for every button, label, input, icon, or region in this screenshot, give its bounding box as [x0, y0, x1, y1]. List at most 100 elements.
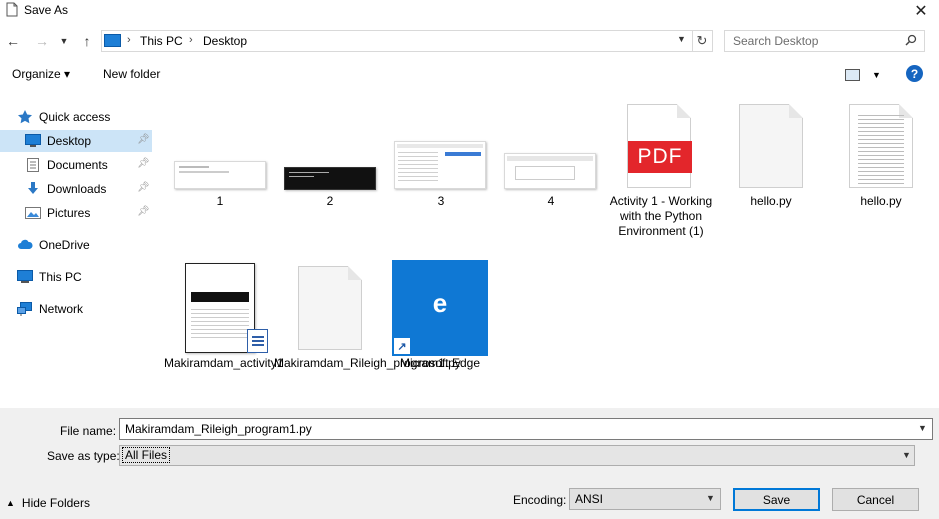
breadcrumb-separator-icon: ›: [127, 34, 131, 46]
file-name: Microsoft Edge: [399, 356, 481, 370]
file-name-value: Makiramdam_Rileigh_program1.py: [125, 422, 312, 436]
file-name: hello.py: [860, 194, 902, 208]
forward-button[interactable]: →: [32, 31, 52, 51]
pdf-badge: PDF: [628, 141, 692, 173]
file-name-label: File name:: [60, 424, 117, 438]
cancel-button[interactable]: Cancel: [832, 488, 919, 511]
writer-document-icon: [247, 329, 268, 353]
py-file-icon: [739, 104, 803, 188]
back-button[interactable]: ←: [3, 31, 23, 51]
arrow-left-icon: ←: [6, 33, 20, 49]
sidebar-item-onedrive[interactable]: OneDrive: [0, 234, 152, 256]
image-thumbnail: [284, 167, 376, 190]
shortcut-arrow-icon: ↗: [394, 338, 410, 354]
file-name: 2: [326, 194, 334, 208]
downloads-icon: [25, 182, 41, 196]
edge-icon: e ↗: [392, 260, 488, 356]
save-as-type-select[interactable]: All Files ▼: [119, 445, 915, 466]
sidebar-item-documents[interactable]: Documents 📌︎: [0, 154, 152, 176]
search-icon: [905, 34, 917, 49]
star-icon: [17, 110, 33, 124]
sidebar-item-label: Network: [39, 302, 84, 316]
sidebar-item-label: Pictures: [47, 206, 91, 220]
sidebar-item-pictures[interactable]: Pictures 📌︎: [0, 202, 152, 224]
encoding-value: ANSI: [575, 492, 604, 506]
sidebar-item-network[interactable]: Network: [0, 298, 152, 320]
help-icon: ?: [910, 66, 919, 81]
file-name-input[interactable]: Makiramdam_Rileigh_program1.py ▼: [119, 418, 933, 440]
view-icon: [845, 69, 860, 81]
text-file-icon: [849, 104, 913, 188]
file-name: 4: [547, 194, 555, 208]
sidebar-item-label: This PC: [39, 270, 82, 284]
pictures-icon: [25, 206, 41, 220]
command-bar: Organize ▾ New folder ▼ ?: [0, 60, 939, 88]
arrow-right-icon: →: [35, 33, 49, 49]
breadcrumb-separator-icon: ›: [189, 34, 193, 46]
file-name: Activity 1 - Working with the Python Env…: [609, 194, 713, 238]
sidebar-item-label: Downloads: [47, 182, 107, 196]
sidebar-item-label: Documents: [47, 158, 108, 172]
file-list: 1 2 3 4 PDF Activity 1 - Working with th…: [160, 100, 939, 406]
pdf-icon: PDF: [627, 104, 692, 188]
file-name: Makiramdam_activity1: [164, 356, 284, 370]
file-name: hello.py: [750, 194, 792, 208]
network-icon: [17, 302, 33, 316]
hide-folders-button[interactable]: ▲ Hide Folders: [6, 496, 90, 510]
title-bar: Save As ✕: [0, 0, 939, 22]
organize-button[interactable]: Organize ▾: [12, 67, 70, 81]
search-input[interactable]: Search Desktop: [724, 30, 925, 52]
arrow-up-icon: ↑: [83, 33, 91, 49]
close-icon: ✕: [914, 3, 928, 20]
help-button[interactable]: ?: [906, 65, 923, 82]
address-bar[interactable]: › This PC › Desktop ▼: [101, 30, 693, 52]
close-button[interactable]: ✕: [903, 0, 939, 22]
file-name: Makiramdam_Rileigh_program1.py: [274, 356, 461, 370]
encoding-select[interactable]: ANSI ▼: [569, 488, 721, 510]
save-options-panel: File name: Makiramdam_Rileigh_program1.p…: [0, 408, 939, 519]
sidebar-item-label: Desktop: [47, 134, 92, 148]
chevron-down-icon[interactable]: ▼: [918, 423, 927, 433]
image-thumbnail: [504, 153, 596, 189]
recent-locations-button[interactable]: ▼: [56, 31, 72, 51]
up-button[interactable]: ↑: [77, 31, 97, 51]
save-as-type-label: Save as type:: [47, 449, 120, 463]
chevron-down-icon: ▼: [706, 493, 715, 503]
pc-icon: [104, 34, 121, 47]
document-icon: [6, 2, 18, 17]
document-thumbnail: [185, 263, 255, 353]
pin-icon: 📌︎: [137, 134, 150, 145]
refresh-icon: ↻: [696, 33, 708, 48]
documents-icon: [25, 158, 41, 172]
image-thumbnail: [394, 141, 486, 189]
sidebar-item-label: OneDrive: [39, 238, 90, 252]
hide-folders-label: Hide Folders: [21, 496, 90, 510]
image-thumbnail: [174, 161, 266, 189]
chevron-down-icon[interactable]: ▼: [677, 34, 686, 44]
refresh-button[interactable]: ↻: [692, 30, 713, 52]
chevron-down-icon: ▼: [59, 36, 69, 46]
cloud-icon: [17, 238, 33, 252]
py-file-icon: [298, 266, 362, 350]
sidebar-item-desktop[interactable]: Desktop 📌︎: [0, 130, 152, 152]
new-folder-button[interactable]: New folder: [103, 67, 160, 81]
encoding-label: Encoding:: [513, 493, 567, 507]
chevron-down-icon: ▼: [902, 450, 911, 460]
navigation-pane: Quick access Desktop 📌︎ Documents 📌︎ Dow…: [0, 100, 156, 406]
sidebar-item-quick-access[interactable]: Quick access: [0, 106, 152, 128]
save-button[interactable]: Save: [733, 488, 820, 511]
desktop-icon: [25, 134, 41, 148]
save-as-type-value: All Files: [121, 447, 171, 463]
edge-logo: e: [432, 288, 448, 318]
breadcrumb-this-pc[interactable]: This PC: [140, 34, 183, 48]
search-placeholder: Search Desktop: [733, 34, 819, 48]
sidebar-item-label: Quick access: [39, 110, 111, 124]
pc-icon: [17, 270, 33, 284]
change-view-button[interactable]: ▼: [845, 67, 885, 83]
window-title: Save As: [24, 3, 69, 17]
sidebar-item-this-pc[interactable]: This PC: [0, 266, 152, 288]
pin-icon: 📌︎: [137, 158, 150, 169]
sidebar-item-downloads[interactable]: Downloads 📌︎: [0, 178, 152, 200]
breadcrumb-desktop[interactable]: Desktop: [203, 34, 247, 48]
pin-icon: 📌︎: [137, 206, 150, 217]
